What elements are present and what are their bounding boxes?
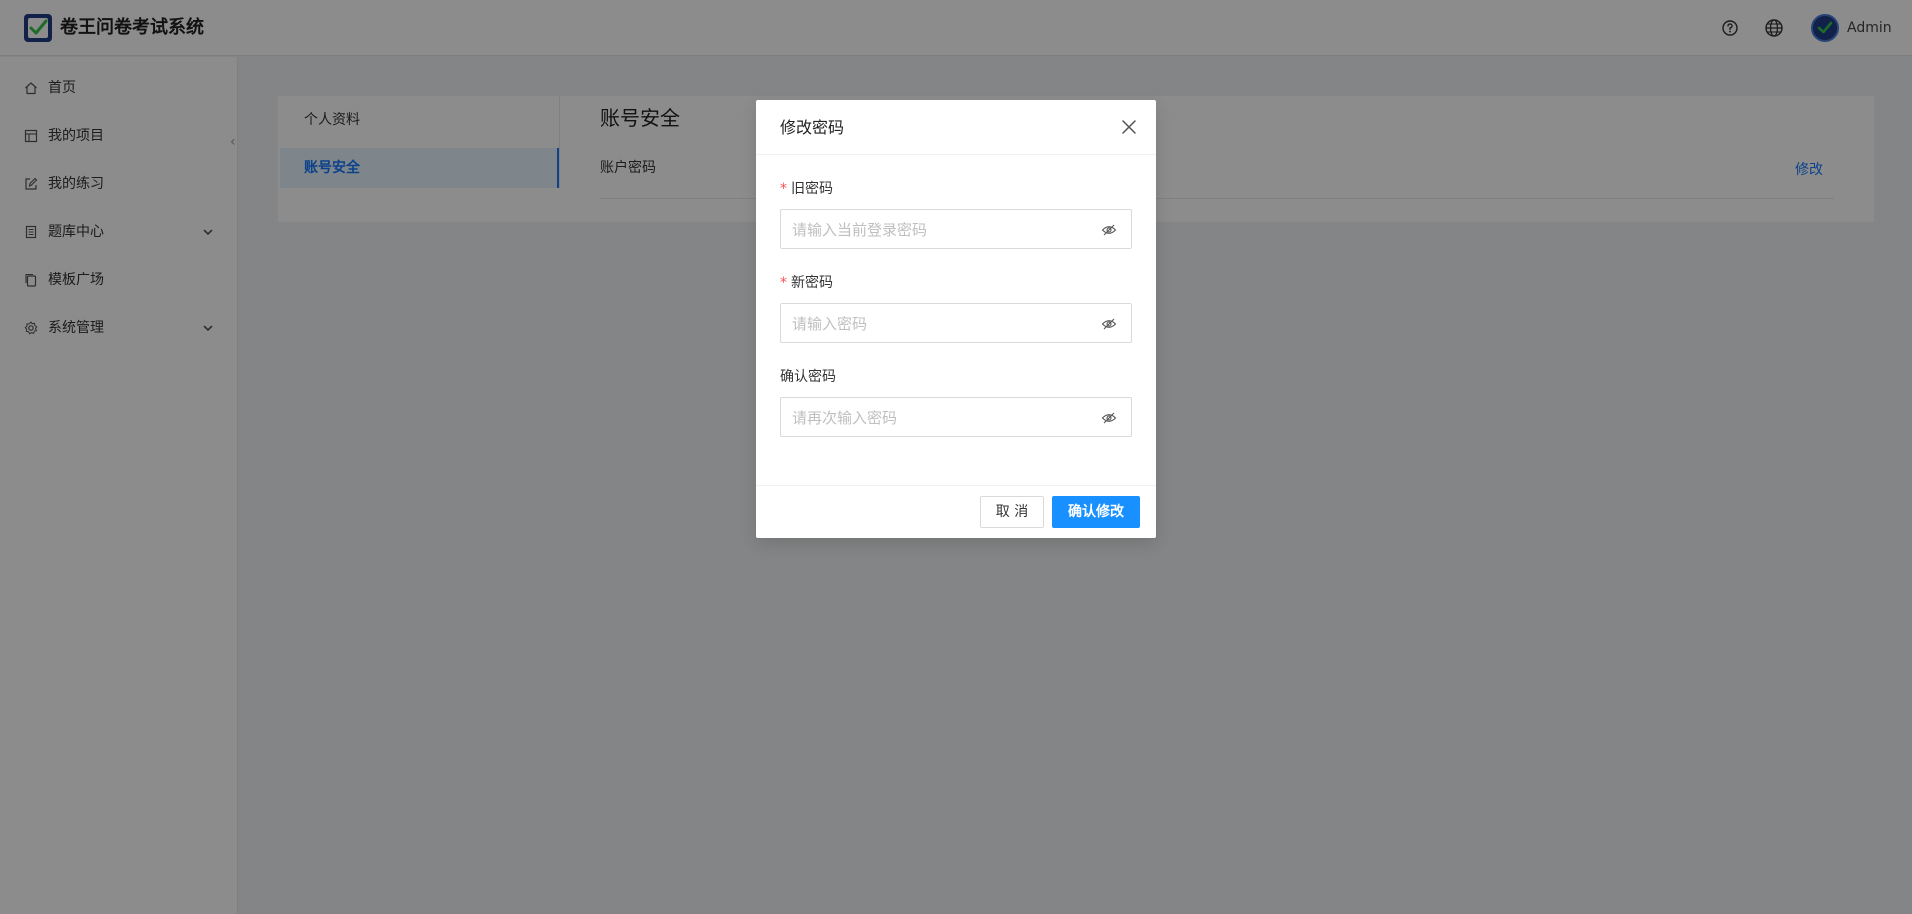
- cancel-button[interactable]: 取 消: [980, 496, 1044, 528]
- modal-footer: 取 消 确认修改: [756, 485, 1156, 538]
- eye-invisible-icon[interactable]: [1101, 316, 1117, 332]
- modal-title: 修改密码: [780, 118, 845, 137]
- field-label-text: 新密码: [791, 275, 833, 291]
- required-mark: *: [780, 275, 787, 291]
- old-password-input[interactable]: [792, 219, 1092, 241]
- confirm-change-button[interactable]: 确认修改: [1052, 496, 1140, 528]
- confirm-password-input[interactable]: [792, 407, 1092, 429]
- eye-invisible-icon[interactable]: [1101, 222, 1117, 238]
- new-password-input[interactable]: [792, 313, 1092, 335]
- confirm-password-label: 确认密码: [780, 369, 836, 385]
- confirm-password-field[interactable]: [780, 397, 1132, 437]
- old-password-field[interactable]: [780, 209, 1132, 249]
- new-password-field[interactable]: [780, 303, 1132, 343]
- old-password-label: * 旧密码: [780, 179, 833, 199]
- field-label-text: 旧密码: [791, 181, 833, 197]
- new-password-label: * 新密码: [780, 273, 833, 293]
- change-password-modal: 修改密码 * 旧密码 * 新密码 确认密码 取 消 确认修改: [756, 100, 1156, 538]
- close-icon[interactable]: [1120, 118, 1138, 136]
- required-mark: *: [780, 181, 787, 197]
- eye-invisible-icon[interactable]: [1101, 410, 1117, 426]
- modal-header: 修改密码: [756, 100, 1156, 155]
